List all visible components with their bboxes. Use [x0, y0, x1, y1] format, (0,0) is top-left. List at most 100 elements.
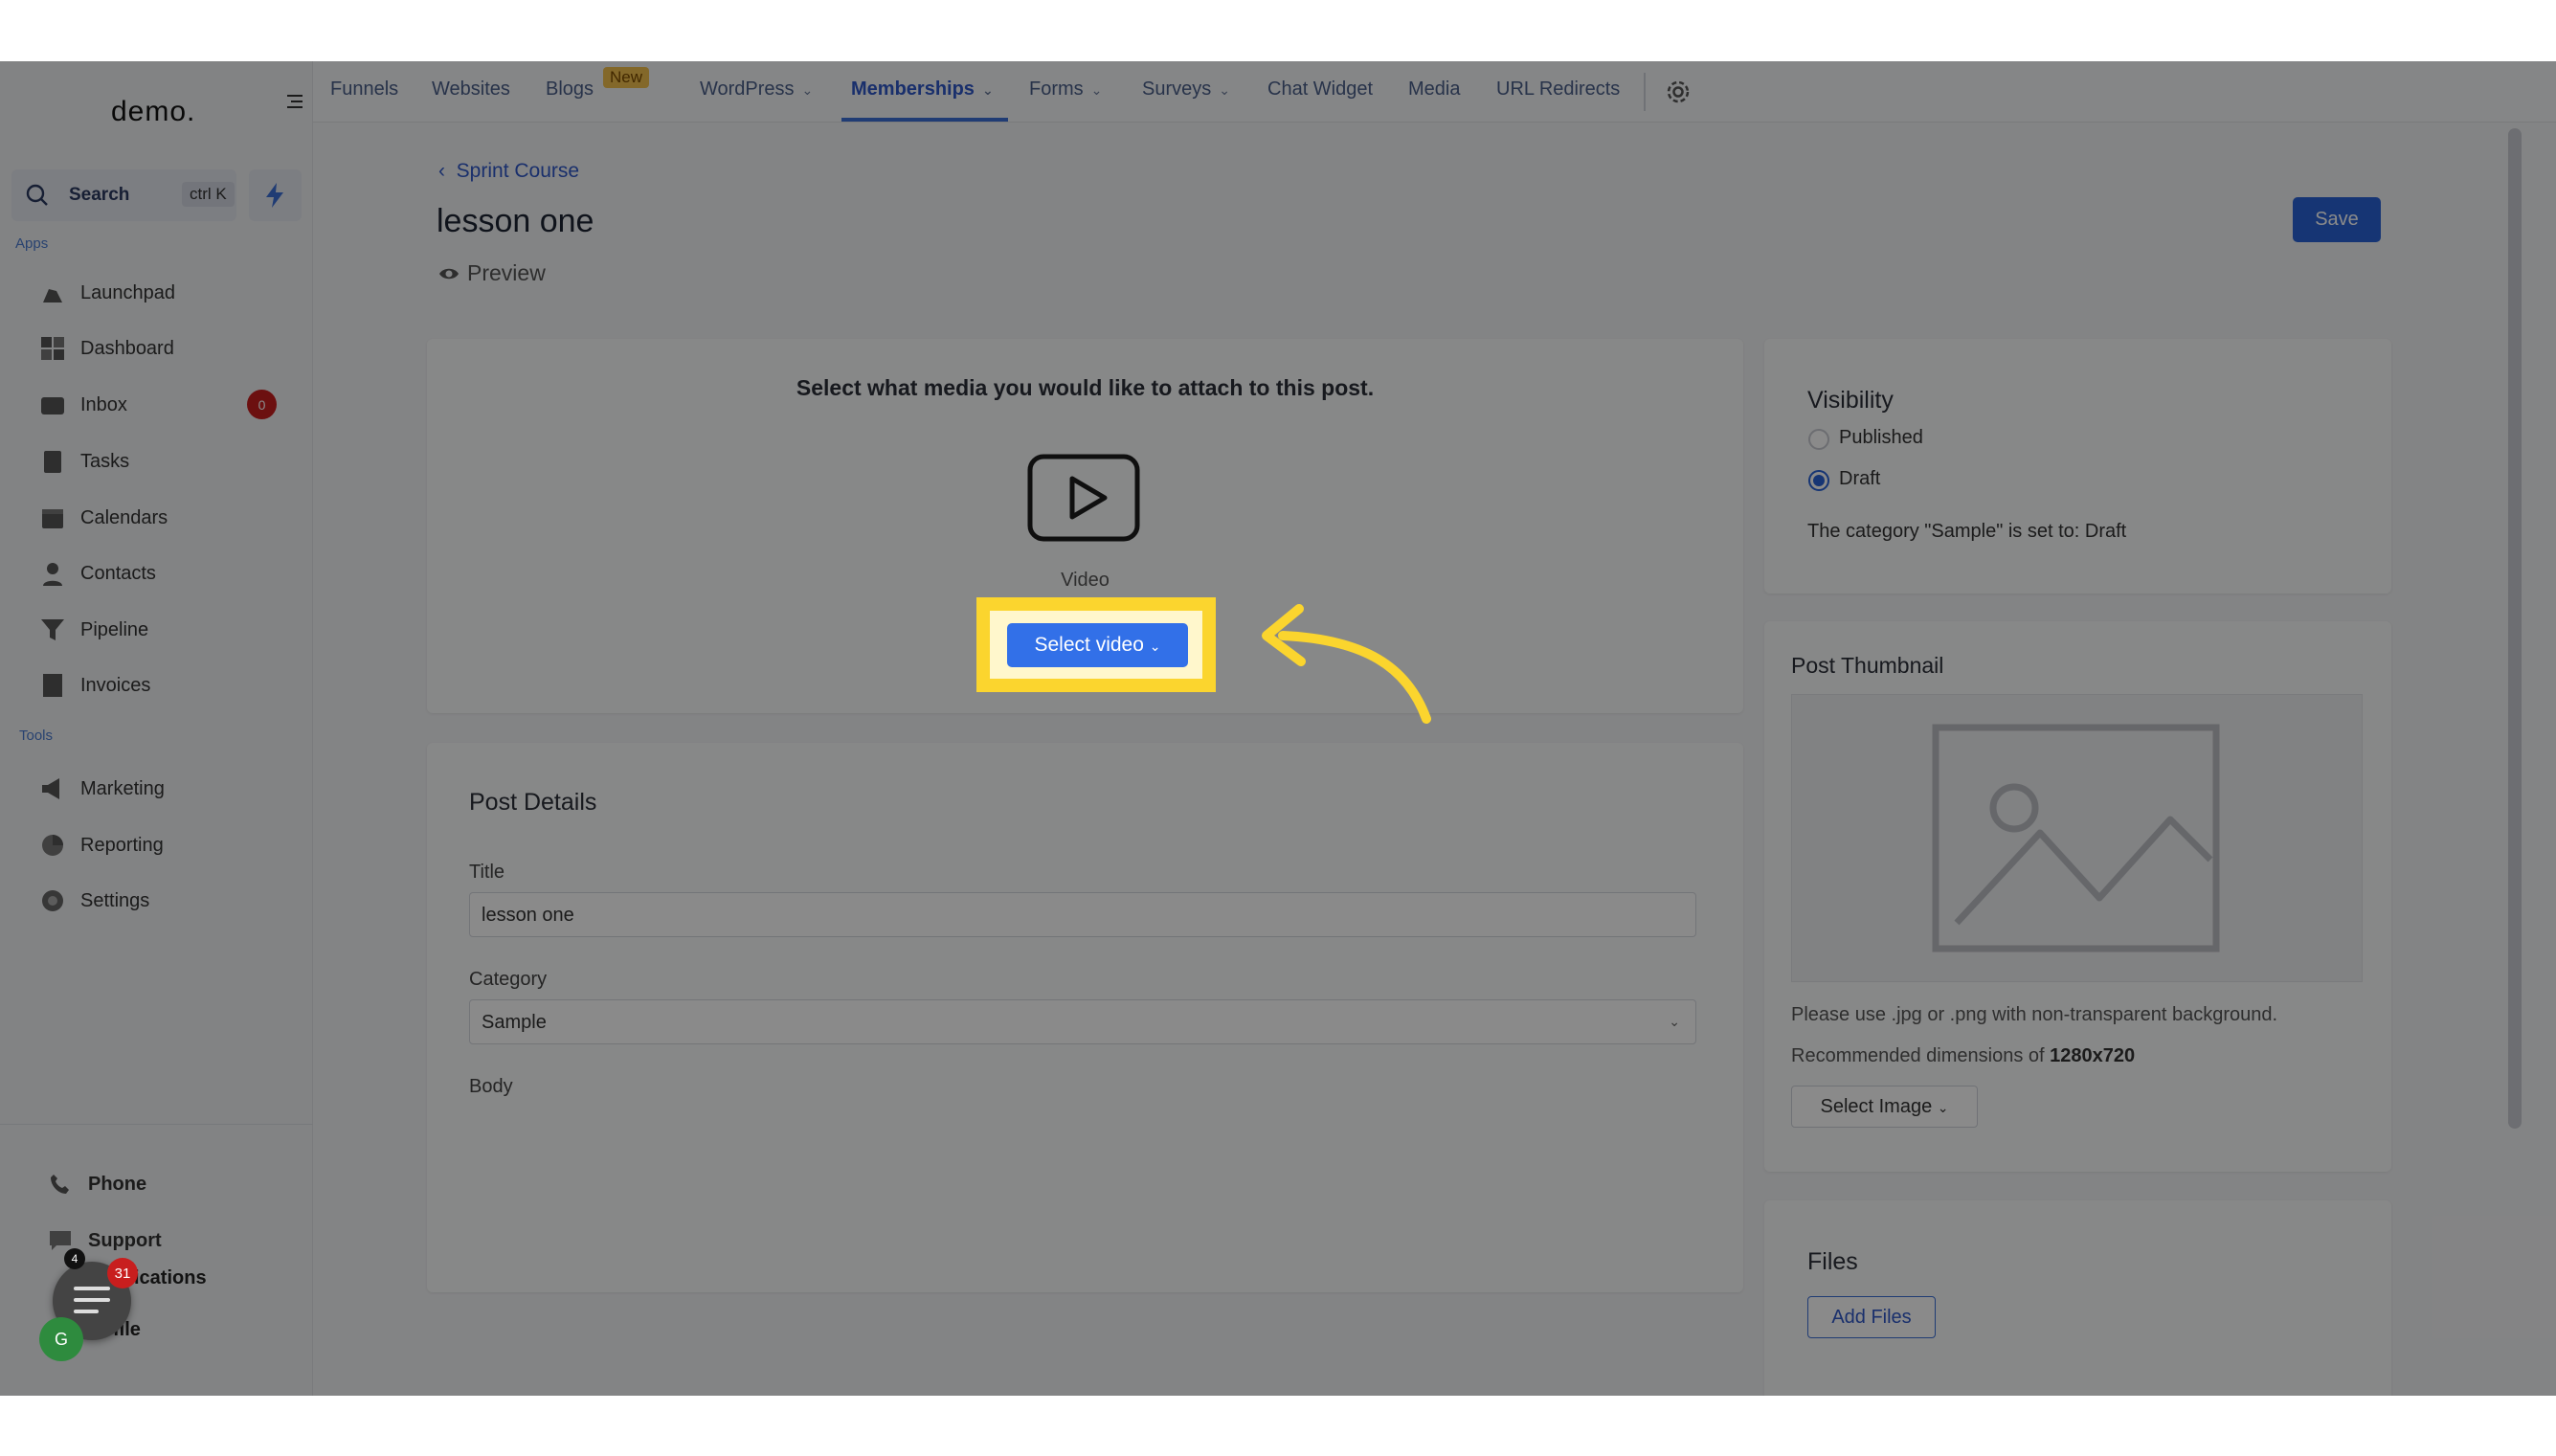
save-button[interactable]: Save	[2293, 197, 2381, 242]
sidebar-item-launchpad[interactable]: Launchpad	[38, 274, 287, 312]
tab-blogs[interactable]: Blogs	[546, 78, 594, 101]
inbox-badge: 0	[247, 390, 277, 419]
tab-label: Surveys	[1142, 78, 1212, 100]
tab-label: Forms	[1029, 78, 1084, 100]
avatar[interactable]: G	[39, 1317, 83, 1361]
sidebar-item-dashboard[interactable]: Dashboard	[38, 329, 287, 368]
tab-websites[interactable]: Websites	[432, 78, 510, 101]
collapse-sidebar-icon[interactable]	[283, 90, 306, 113]
select-image-button[interactable]: Select Image ⌄	[1791, 1086, 1978, 1128]
preview-link[interactable]: Preview	[438, 260, 546, 286]
person-icon	[38, 559, 67, 588]
sidebar-item-contacts[interactable]: Contacts	[38, 554, 287, 593]
draft-radio[interactable]	[1808, 470, 1829, 491]
visibility-card	[1764, 339, 2391, 594]
search-shortcut: ctrl K	[182, 182, 235, 207]
visibility-heading: Visibility	[1807, 387, 1894, 414]
tab-label: Memberships	[851, 78, 975, 100]
post-details-heading: Post Details	[469, 789, 597, 816]
tab-surveys[interactable]: Surveys ⌄	[1142, 78, 1230, 101]
phone-icon	[46, 1170, 75, 1198]
sidebar-item-settings[interactable]: Settings	[38, 882, 287, 920]
app: demo. Search ctrl K Apps Launchpad Dashb…	[0, 61, 2556, 1396]
sidebar: demo. Search ctrl K Apps Launchpad Dashb…	[0, 61, 313, 1396]
video-label: Video	[1061, 570, 1110, 591]
settings-gear-icon[interactable]	[1663, 77, 1693, 107]
breadcrumb-label: Sprint Course	[456, 160, 580, 182]
scrollbar[interactable]	[2508, 128, 2522, 1129]
thumbnail-format-note: Please use .jpg or .png with non-transpa…	[1791, 1004, 2278, 1025]
sidebar-item-marketing[interactable]: Marketing	[38, 770, 287, 808]
tab-forms[interactable]: Forms ⌄	[1029, 78, 1102, 101]
title-label: Title	[469, 862, 505, 883]
sidebar-item-label: Tasks	[80, 450, 130, 472]
chevron-down-icon: ⌄	[981, 82, 994, 98]
search-button[interactable]: Search ctrl K	[11, 169, 236, 221]
select-image-label: Select Image	[1820, 1095, 1933, 1117]
sidebar-item-inbox[interactable]: Inbox 0	[38, 386, 287, 424]
tab-memberships[interactable]: Memberships ⌄	[851, 78, 994, 101]
draft-label: Draft	[1839, 468, 1881, 489]
sidebar-item-label: Contacts	[80, 562, 156, 584]
top-navigation: Funnels Websites Blogs New WordPress ⌄ Me…	[313, 61, 2556, 123]
add-files-button[interactable]: Add Files	[1807, 1296, 1936, 1338]
calendar-icon	[38, 504, 67, 532]
select-video-button[interactable]: Select video ⌄	[1007, 623, 1188, 667]
dimensions-prefix: Recommended dimensions of	[1791, 1045, 2051, 1066]
files-heading: Files	[1807, 1248, 1858, 1275]
nav-separator	[1644, 73, 1646, 111]
dimensions-value: 1280x720	[2050, 1045, 2136, 1066]
title-input[interactable]: lesson one	[469, 892, 1696, 937]
megaphone-icon	[38, 774, 67, 803]
tab-wordpress[interactable]: WordPress ⌄	[700, 78, 813, 101]
tools-section-label: Tools	[19, 728, 54, 744]
sidebar-item-label: Marketing	[80, 777, 165, 799]
notification-dot: 4	[64, 1248, 85, 1269]
logo: demo.	[111, 96, 196, 127]
sidebar-item-label: Support	[88, 1229, 162, 1251]
tab-label: WordPress	[700, 78, 795, 100]
body-label: Body	[469, 1076, 513, 1097]
breadcrumb-back-link[interactable]: ‹ Sprint Course	[438, 160, 579, 183]
chevron-down-icon: ⌄	[1937, 1099, 1949, 1115]
eye-icon	[439, 268, 459, 279]
media-prompt: Select what media you would like to atta…	[796, 375, 1375, 400]
thumbnail-placeholder[interactable]	[1791, 694, 2363, 982]
visibility-note: The category "Sample" is set to: Draft	[1807, 521, 2127, 542]
sidebar-item-notifications[interactable]: ications	[134, 1267, 207, 1289]
sidebar-item-label: Launchpad	[80, 281, 175, 303]
sidebar-item-calendars[interactable]: Calendars	[38, 499, 287, 537]
sidebar-item-pipeline[interactable]: Pipeline	[38, 611, 287, 649]
grid-icon	[38, 334, 67, 363]
video-play-icon	[1027, 454, 1140, 542]
select-video-label: Select video	[1034, 634, 1144, 656]
apps-section-label: Apps	[15, 235, 49, 252]
sidebar-item-tasks[interactable]: Tasks	[38, 442, 287, 481]
clipboard-icon	[38, 447, 67, 476]
page-title: lesson one	[437, 203, 594, 239]
quick-actions-button[interactable]	[249, 169, 302, 221]
sidebar-item-invoices[interactable]: Invoices	[38, 666, 287, 705]
preview-label: Preview	[467, 260, 546, 285]
app-frame: demo. Search ctrl K Apps Launchpad Dashb…	[0, 61, 2556, 1396]
category-select[interactable]: Sample ⌄	[469, 999, 1696, 1044]
tab-funnels[interactable]: Funnels	[330, 78, 398, 101]
published-radio[interactable]	[1808, 429, 1829, 450]
sidebar-item-label: Phone	[88, 1173, 147, 1195]
chevron-down-icon: ⌄	[801, 82, 814, 98]
tab-chat-widget[interactable]: Chat Widget	[1267, 78, 1373, 101]
sidebar-item-reporting[interactable]: Reporting	[38, 826, 287, 864]
tab-media[interactable]: Media	[1408, 78, 1460, 101]
thumbnail-dimensions-note: Recommended dimensions of 1280x720	[1791, 1045, 2135, 1067]
inbox-icon	[38, 391, 67, 419]
tab-url-redirects[interactable]: URL Redirects	[1496, 78, 1620, 101]
sidebar-item-phone[interactable]: Phone	[46, 1165, 295, 1203]
sidebar-item-label: Dashboard	[80, 337, 174, 359]
bolt-icon	[266, 183, 283, 208]
search-label: Search	[69, 185, 130, 205]
image-placeholder-icon	[1932, 724, 2220, 952]
sidebar-item-label: Invoices	[80, 674, 151, 696]
gear-icon	[38, 886, 67, 915]
pointer-arrow	[1262, 604, 1431, 724]
funnel-icon	[38, 616, 67, 644]
